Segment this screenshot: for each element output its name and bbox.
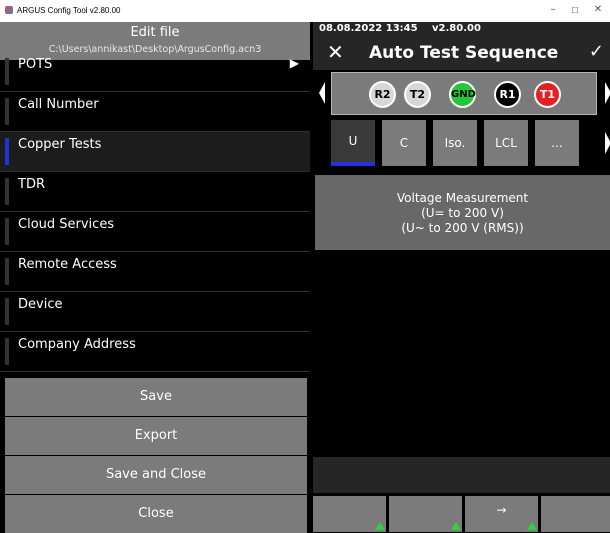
menu-item-marker (5, 338, 9, 365)
firmware-version: v2.80.00 (432, 23, 481, 34)
menu-item-marker (5, 138, 9, 165)
close-icon[interactable]: ✕ (587, 4, 609, 15)
pin-gnd[interactable]: GND (449, 81, 476, 108)
pin-t1[interactable]: T1 (534, 81, 561, 108)
menu-item-cloud-services[interactable]: Cloud Services (0, 212, 310, 252)
up-arrow-icon (451, 522, 461, 530)
pin-selector: R2 T2 GND R1 T1 (331, 72, 597, 115)
edit-file-title: Edit file (130, 25, 180, 40)
save-and-close-button[interactable]: Save and Close (5, 456, 307, 494)
menu-item-label: Call Number (18, 97, 99, 112)
measurement-title: Voltage Measurement (396, 191, 529, 205)
settings-menu: POTS ▶ Call Number Copper Tests TDR Clou… (0, 56, 310, 372)
window-titlebar: ARGUS Config Tool v2.80.00 – ☐ ✕ (0, 0, 610, 22)
menu-item-pots[interactable]: POTS ▶ (0, 52, 310, 92)
up-arrow-icon (527, 522, 537, 530)
edit-file-panel: Edit file C:\Users\annikast\Desktop\Argu… (0, 22, 310, 533)
tab-lcl[interactable]: LCL (484, 120, 528, 166)
menu-item-marker (5, 298, 9, 325)
menu-item-marker (5, 218, 9, 245)
measurement-range-dc: (U= to 200 V) (421, 206, 504, 220)
tabs-right-arrow-icon[interactable] (605, 132, 610, 154)
datetime: 08.08.2022 13:45 (319, 23, 418, 34)
tab-iso[interactable]: Iso. (433, 120, 477, 166)
menu-item-call-number[interactable]: Call Number (0, 92, 310, 132)
menu-item-label: Copper Tests (18, 137, 102, 152)
menu-item-remote-access[interactable]: Remote Access (0, 252, 310, 292)
export-button[interactable]: Export (5, 417, 307, 455)
pin-r1[interactable]: R1 (494, 81, 521, 108)
pin-label: T2 (409, 88, 426, 101)
pin-label: GND (451, 89, 476, 100)
device-screen: 08.08.2022 13:45 v2.80.00 ✕ Auto Test Se… (313, 22, 610, 532)
measurement-range-ac: (U~ to 200 V (RMS)) (401, 221, 524, 235)
menu-item-label: POTS (18, 57, 53, 72)
softkey-4[interactable] (541, 496, 610, 532)
pin-r2[interactable]: R2 (369, 81, 396, 108)
menu-item-label: Remote Access (18, 257, 117, 272)
maximize-icon[interactable]: ☐ (564, 6, 586, 15)
pin-label: R1 (499, 88, 516, 101)
softkey-3[interactable]: → (465, 496, 538, 532)
menu-item-company-address[interactable]: Company Address (0, 332, 310, 372)
status-bar: 08.08.2022 13:45 v2.80.00 (313, 22, 610, 36)
menu-item-marker (5, 258, 9, 285)
info-strip (313, 457, 610, 493)
save-button[interactable]: Save (5, 378, 307, 416)
pin-label: R2 (374, 88, 391, 101)
pin-t2[interactable]: T2 (404, 81, 431, 108)
menu-item-marker (5, 178, 9, 205)
screen-title: Auto Test Sequence (369, 43, 559, 63)
close-button[interactable]: Close (5, 495, 307, 533)
screen-header: ✕ Auto Test Sequence ✓ (313, 36, 610, 70)
confirm-check-icon[interactable]: ✓ (589, 41, 604, 62)
menu-item-device[interactable]: Device (0, 292, 310, 332)
up-arrow-icon (375, 522, 385, 530)
menu-item-label: Company Address (18, 337, 136, 352)
menu-item-copper-tests[interactable]: Copper Tests (0, 132, 310, 172)
tab-c[interactable]: C (382, 120, 426, 166)
window-title: ARGUS Config Tool v2.80.00 (17, 6, 121, 15)
menu-item-label: TDR (18, 177, 45, 192)
app-icon (5, 6, 13, 14)
chevron-right-icon: ▶ (289, 56, 299, 70)
menu-item-label: Device (18, 297, 63, 312)
menu-item-tdr[interactable]: TDR (0, 172, 310, 212)
softkey-1[interactable] (313, 496, 386, 532)
minimize-icon[interactable]: – (542, 4, 564, 15)
arrow-right-label: → (496, 503, 507, 517)
arrow-right-icon[interactable] (605, 82, 610, 104)
menu-item-marker (5, 58, 9, 85)
softkey-2[interactable] (389, 496, 462, 532)
tab-more[interactable]: ... (535, 120, 579, 166)
menu-item-label: Cloud Services (18, 217, 115, 232)
measurement-description[interactable]: Voltage Measurement (U= to 200 V) (U~ to… (315, 175, 610, 250)
pin-label: T1 (539, 88, 556, 101)
arrow-left-icon[interactable] (319, 82, 325, 104)
tab-u[interactable]: U (331, 120, 375, 166)
cancel-x-icon[interactable]: ✕ (327, 40, 344, 64)
menu-item-marker (5, 98, 9, 125)
